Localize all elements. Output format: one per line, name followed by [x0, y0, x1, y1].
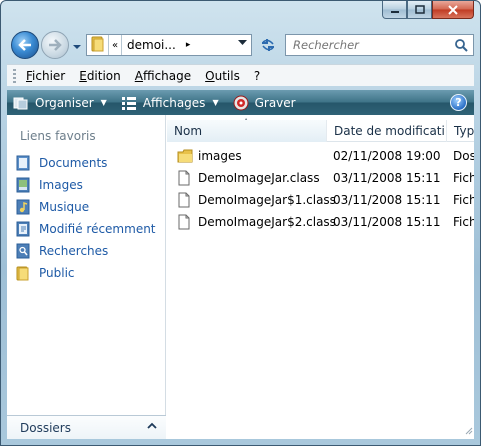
search-box[interactable]	[285, 34, 474, 56]
help-button[interactable]: ?	[450, 94, 467, 111]
search-input[interactable]	[286, 35, 473, 55]
favorites-list: Documents Images Musique Modifié récemme…	[15, 152, 156, 284]
column-headers: ▲ Nom Date de modificati... Type	[167, 116, 474, 142]
chevron-down-icon: ▼	[100, 98, 107, 107]
address-dropdown-button[interactable]	[238, 39, 247, 49]
menu-tools[interactable]: Outils	[205, 69, 240, 83]
file-row[interactable]: images 02/11/2008 19:00 Dos	[167, 145, 474, 167]
views-icon	[121, 96, 137, 110]
organize-button[interactable]: Organiser ▼	[13, 96, 107, 110]
folder-icon	[91, 36, 105, 55]
favorite-recent[interactable]: Modifié récemment	[15, 218, 156, 240]
maximize-icon	[414, 4, 425, 14]
views-button[interactable]: Affichages ▼	[121, 96, 219, 110]
menu-help[interactable]: ?	[254, 69, 260, 83]
file-type: Dos	[453, 149, 474, 163]
favorite-label: Documents	[39, 156, 108, 170]
file-list-pane: ▲ Nom Date de modificati... Type images …	[167, 115, 474, 439]
recent-pages-button[interactable]	[72, 40, 82, 50]
chevron-down-icon	[238, 40, 247, 45]
images-icon	[15, 177, 31, 193]
file-type: Fich	[453, 171, 474, 185]
file-name: images	[198, 149, 242, 163]
overflow-breadcrumb-button[interactable]: «	[108, 35, 122, 55]
file-row[interactable]: DemoImageJar$1.class 03/11/2008 15:11 Fi…	[167, 189, 474, 211]
chevron-up-icon[interactable]	[146, 420, 158, 435]
resize-grip-icon[interactable]	[463, 424, 473, 438]
chevron-down-icon	[73, 45, 81, 49]
favorite-label: Images	[39, 178, 83, 192]
file-rows: images 02/11/2008 19:00 Dos DemoImageJar…	[167, 145, 474, 233]
explorer-window: « demoi... ▸ Fichier Edition Af	[0, 0, 481, 446]
refresh-button[interactable]	[257, 34, 279, 56]
burn-button[interactable]: Graver	[233, 95, 296, 111]
arrow-right-icon	[49, 39, 62, 51]
favorite-documents[interactable]: Documents	[15, 152, 156, 174]
favorite-searches[interactable]: Recherches	[15, 240, 156, 262]
favorite-label: Modifié récemment	[39, 222, 156, 236]
folders-label: Dossiers	[20, 420, 71, 435]
menu-edit[interactable]: Edition	[79, 69, 121, 83]
column-header-type[interactable]: Type	[447, 120, 474, 142]
public-folder-icon	[15, 265, 31, 281]
music-icon	[15, 199, 31, 215]
file-type: Fich	[453, 215, 474, 229]
burn-disc-icon	[233, 95, 249, 111]
search-icon[interactable]	[454, 38, 468, 55]
breadcrumb-arrow-icon[interactable]: ▸	[186, 40, 191, 50]
refresh-icon	[262, 39, 274, 51]
organize-icon	[13, 96, 29, 110]
navigation-pane: Liens favoris Documents Images Musique M…	[7, 115, 166, 439]
file-row[interactable]: DemoImageJar.class 03/11/2008 15:11 Fich	[167, 167, 474, 189]
chevron-down-icon: ▼	[212, 98, 219, 107]
documents-icon	[15, 155, 31, 171]
file-date: 03/11/2008 15:11	[333, 171, 441, 185]
file-date: 03/11/2008 15:11	[333, 215, 441, 229]
organize-label: Organiser	[35, 95, 94, 110]
toolbar-grip[interactable]	[13, 68, 16, 83]
favorite-music[interactable]: Musique	[15, 196, 156, 218]
favorites-heading: Liens favoris	[20, 129, 96, 143]
address-bar[interactable]: « demoi... ▸	[86, 34, 252, 56]
searches-icon	[15, 243, 31, 259]
command-bar: Organiser ▼ Affichages ▼ Graver ?	[7, 90, 474, 115]
favorite-label: Recherches	[39, 244, 109, 258]
content-area: Liens favoris Documents Images Musique M…	[7, 115, 474, 439]
file-name: DemoImageJar.class	[198, 171, 320, 185]
close-button[interactable]	[432, 1, 474, 19]
back-button[interactable]	[11, 31, 39, 59]
maximize-button[interactable]	[407, 1, 432, 19]
file-icon	[177, 170, 193, 186]
burn-label: Graver	[254, 95, 296, 110]
folders-toggle[interactable]: Dossiers	[7, 415, 166, 439]
favorite-label: Musique	[39, 200, 90, 214]
close-icon	[448, 4, 458, 15]
column-header-name[interactable]: Nom	[167, 120, 327, 142]
breadcrumb-current[interactable]: demoi...	[127, 38, 176, 52]
recent-icon	[15, 221, 31, 237]
views-label: Affichages	[142, 95, 206, 110]
menu-file[interactable]: Fichier	[26, 69, 65, 83]
file-date: 03/11/2008 15:11	[333, 193, 441, 207]
menu-view[interactable]: Affichage	[135, 69, 191, 83]
minimize-button[interactable]	[382, 1, 407, 19]
arrow-left-icon	[18, 39, 31, 51]
menu-bar: Fichier Edition Affichage Outils ?	[7, 64, 474, 86]
folder-icon	[177, 149, 193, 163]
file-type: Fich	[453, 193, 474, 207]
minimize-icon	[390, 10, 399, 13]
file-icon	[177, 214, 193, 230]
favorite-images[interactable]: Images	[15, 174, 156, 196]
column-header-date[interactable]: Date de modificati...	[327, 120, 447, 142]
forward-button[interactable]	[41, 31, 69, 59]
file-name: DemoImageJar$1.class	[198, 193, 336, 207]
file-date: 02/11/2008 19:00	[333, 149, 441, 163]
file-row[interactable]: DemoImageJar$2.class 03/11/2008 15:11 Fi…	[167, 211, 474, 233]
address-row: « demoi... ▸	[9, 28, 474, 62]
file-icon	[177, 192, 193, 208]
favorite-public[interactable]: Public	[15, 262, 156, 284]
file-name: DemoImageJar$2.class	[198, 215, 336, 229]
favorite-label: Public	[39, 266, 75, 280]
caption-buttons	[382, 1, 474, 21]
